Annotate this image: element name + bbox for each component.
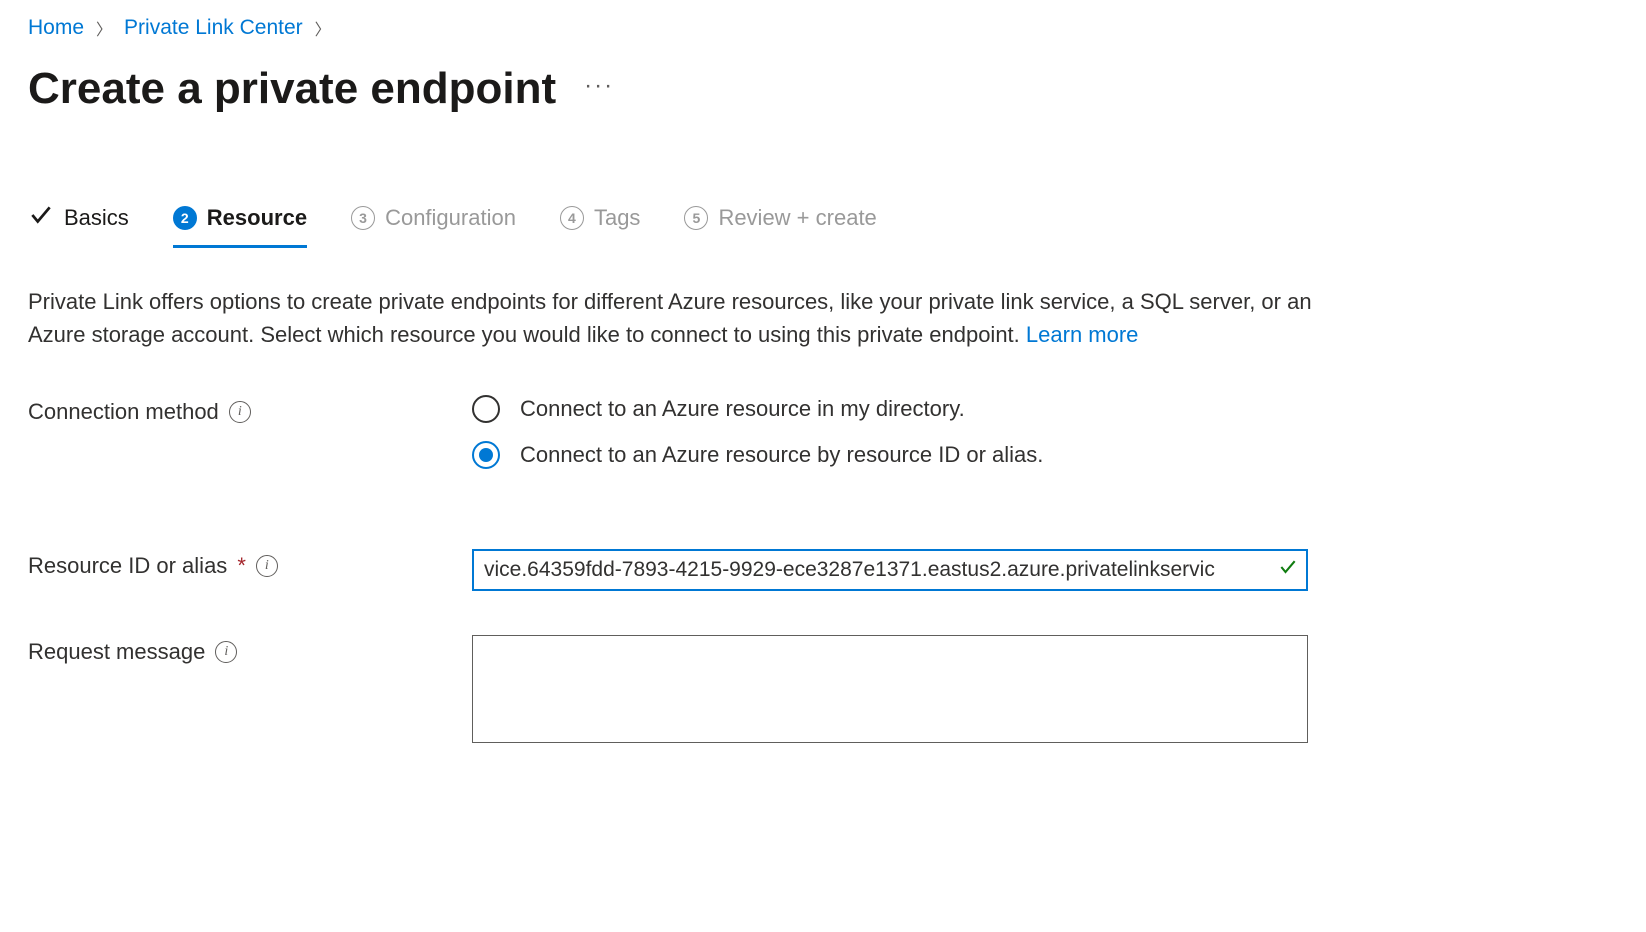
label-request-message: Request message i <box>28 635 472 665</box>
info-icon[interactable]: i <box>256 555 278 577</box>
tab-review-create[interactable]: 5 Review + create <box>684 205 876 248</box>
breadcrumb-home[interactable]: Home <box>28 16 84 40</box>
info-icon[interactable]: i <box>215 641 237 663</box>
more-icon[interactable]: ··· <box>584 72 614 106</box>
resource-form: Connection method i Connect to an Azure … <box>28 395 1618 743</box>
learn-more-link[interactable]: Learn more <box>1026 322 1139 347</box>
check-icon <box>28 202 54 234</box>
tab-configuration[interactable]: 3 Configuration <box>351 205 516 248</box>
radio-resource-id[interactable]: Connect to an Azure resource by resource… <box>472 441 1308 469</box>
tab-tags[interactable]: 4 Tags <box>560 205 640 248</box>
tab-resource[interactable]: 2 Resource <box>173 205 307 248</box>
wizard-tabs: Basics 2 Resource 3 Configuration 4 Tags… <box>28 202 1618 251</box>
tab-number-2: 2 <box>173 206 197 230</box>
label-request-message-text: Request message <box>28 639 205 665</box>
tab-number-5: 5 <box>684 206 708 230</box>
tab-description: Private Link offers options to create pr… <box>28 285 1318 351</box>
row-resource-id: Resource ID or alias * i <box>28 549 1618 591</box>
chevron-right-icon: 〉 <box>315 16 331 40</box>
page-title-row: Create a private endpoint ··· <box>28 64 1618 114</box>
radio-directory[interactable]: Connect to an Azure resource in my direc… <box>472 395 1308 423</box>
chevron-right-icon: 〉 <box>96 16 112 40</box>
connection-method-radio-group: Connect to an Azure resource in my direc… <box>472 395 1308 469</box>
page-title: Create a private endpoint <box>28 64 556 114</box>
radio-circle-icon <box>472 395 500 423</box>
radio-directory-label: Connect to an Azure resource in my direc… <box>520 396 965 422</box>
resource-id-input[interactable] <box>484 558 1272 582</box>
tab-tags-label: Tags <box>594 205 640 231</box>
tab-basics-label: Basics <box>64 205 129 231</box>
required-asterisk: * <box>237 553 246 579</box>
info-icon[interactable]: i <box>229 401 251 423</box>
label-resource-id: Resource ID or alias * i <box>28 549 472 579</box>
breadcrumb-private-link-center[interactable]: Private Link Center <box>124 16 303 40</box>
tab-number-4: 4 <box>560 206 584 230</box>
tab-configuration-label: Configuration <box>385 205 516 231</box>
resource-id-input-wrap <box>472 549 1308 591</box>
label-resource-id-text: Resource ID or alias <box>28 553 227 579</box>
request-message-wrap <box>472 635 1308 743</box>
request-message-input[interactable] <box>473 636 1307 742</box>
row-request-message: Request message i <box>28 635 1618 743</box>
row-connection-method: Connection method i Connect to an Azure … <box>28 395 1618 469</box>
tab-review-label: Review + create <box>718 205 876 231</box>
radio-circle-icon <box>472 441 500 469</box>
label-connection-method-text: Connection method <box>28 399 219 425</box>
tab-resource-label: Resource <box>207 205 307 231</box>
radio-resourceid-label: Connect to an Azure resource by resource… <box>520 442 1043 468</box>
breadcrumb: Home 〉 Private Link Center 〉 <box>28 0 1618 40</box>
tab-basics[interactable]: Basics <box>28 202 129 251</box>
valid-check-icon <box>1278 557 1298 583</box>
label-connection-method: Connection method i <box>28 395 472 425</box>
tab-number-3: 3 <box>351 206 375 230</box>
